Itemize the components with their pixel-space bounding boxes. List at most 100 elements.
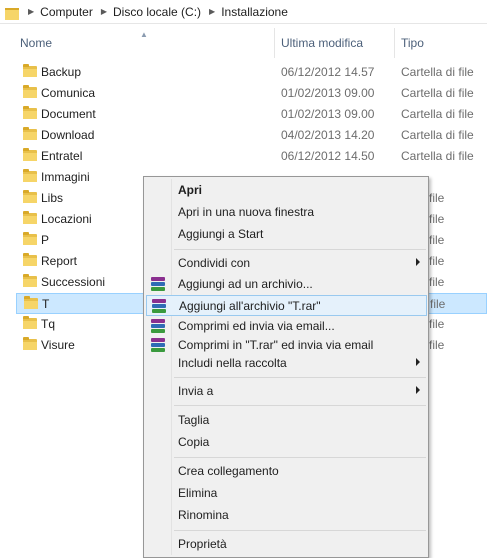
menu-item-open-new-window[interactable]: Apri in una nuova finestra [146, 202, 426, 223]
file-name: Download [41, 128, 95, 142]
menu-item-label: Condividi con [178, 256, 251, 270]
folder-icon [23, 232, 37, 245]
chevron-right-icon[interactable]: ▶ [28, 7, 34, 16]
winrar-icon [151, 319, 165, 333]
folder-icon [23, 106, 37, 119]
folder-icon [23, 274, 37, 287]
menu-item-label: Rinomina [178, 508, 229, 522]
menu-item-label: Invia a [178, 384, 214, 398]
menu-item-cut[interactable]: Taglia [146, 410, 426, 431]
file-type: Cartella di file [401, 86, 474, 100]
breadcrumb-computer[interactable]: Computer [40, 5, 93, 19]
menu-item-send-to[interactable]: Invia a [146, 381, 426, 402]
list-item[interactable]: Backup 06/12/2012 14.57 Cartella di file [16, 62, 487, 83]
list-item[interactable]: Download 04/02/2013 14.20 Cartella di fi… [16, 125, 487, 146]
menu-item-label: Taglia [178, 413, 210, 427]
menu-item-label: Aggiungi ad un archivio... [178, 277, 313, 291]
column-type[interactable]: Tipo [401, 36, 424, 50]
folder-icon [23, 190, 37, 203]
file-name: Tq [41, 317, 56, 331]
list-item[interactable]: Comunica 01/02/2013 09.00 Cartella di fi… [16, 83, 487, 104]
file-name: Backup [41, 65, 82, 79]
menu-item-label: Aggiungi all'archivio "T.rar" [179, 299, 321, 313]
folder-icon [23, 337, 37, 350]
file-name: Visure [41, 338, 75, 352]
sort-ascending-icon: ▲ [140, 30, 148, 39]
menu-item-compress-email[interactable]: Comprimi ed invia via email... [146, 316, 426, 337]
breadcrumb-installazione[interactable]: Installazione [221, 5, 288, 19]
menu-item-copy[interactable]: Copia [146, 432, 426, 453]
file-name: Document [41, 107, 96, 121]
breadcrumb-drive[interactable]: Disco locale (C:) [113, 5, 201, 19]
menu-item-label: Copia [178, 435, 210, 449]
submenu-arrow-icon [416, 386, 420, 394]
context-menu: Apri Apri in una nuova finestra Aggiungi… [143, 176, 429, 558]
menu-item-label: Aggiungi a Start [178, 227, 264, 241]
menu-item-properties[interactable]: Proprietà [146, 534, 426, 555]
menu-item-label: Comprimi in "T.rar" ed invia via email [178, 338, 374, 352]
menu-item-rename[interactable]: Rinomina [146, 505, 426, 526]
file-name: Locazioni [41, 212, 92, 226]
file-name: Libs [41, 191, 64, 205]
menu-item-label: Elimina [178, 486, 218, 500]
menu-separator [174, 530, 426, 531]
file-name: Entratel [41, 149, 83, 163]
folder-icon [23, 148, 37, 161]
list-item[interactable]: Document 01/02/2013 09.00 Cartella di fi… [16, 104, 487, 125]
submenu-arrow-icon [416, 358, 420, 366]
menu-item-add-to-t-rar[interactable]: Aggiungi all'archivio "T.rar" [146, 295, 427, 316]
chevron-right-icon[interactable]: ▶ [101, 7, 107, 16]
file-name: T [42, 297, 50, 311]
file-type: Cartella di file [401, 128, 474, 142]
folder-icon [24, 296, 38, 309]
file-name: Successioni [41, 275, 106, 289]
menu-item-label: Proprietà [178, 537, 227, 551]
folder-icon [23, 169, 37, 182]
column-divider[interactable] [394, 28, 395, 58]
file-date: 06/12/2012 14.50 [281, 149, 375, 163]
file-name: Immagini [41, 170, 90, 184]
menu-item-create-shortcut[interactable]: Crea collegamento [146, 461, 426, 482]
address-bar[interactable]: ▶ Computer ▶ Disco locale (C:) ▶ Install… [0, 0, 487, 24]
menu-item-add-to-start[interactable]: Aggiungi a Start [146, 224, 426, 245]
folder-icon [23, 127, 37, 140]
file-type: Cartella di file [401, 149, 474, 163]
winrar-icon [152, 299, 166, 313]
file-date: 01/02/2013 09.00 [281, 86, 375, 100]
menu-separator [174, 405, 426, 406]
menu-item-label: Comprimi ed invia via email... [178, 319, 335, 333]
winrar-icon [151, 338, 165, 352]
list-item[interactable]: Entratel 06/12/2012 14.50 Cartella di fi… [16, 146, 487, 167]
folder-icon [23, 211, 37, 224]
menu-item-delete[interactable]: Elimina [146, 483, 426, 504]
folder-icon [23, 253, 37, 266]
folder-icon [23, 316, 37, 329]
file-date: 06/12/2012 14.57 [281, 65, 375, 79]
folder-icon [23, 64, 37, 77]
menu-item-include-in-library[interactable]: Includi nella raccolta [146, 353, 426, 374]
column-header: ▲ Nome Ultima modifica Tipo [0, 28, 487, 58]
menu-item-label: Crea collegamento [178, 464, 279, 478]
file-date: 04/02/2013 14.20 [281, 128, 375, 142]
menu-item-share-with[interactable]: Condividi con [146, 253, 426, 274]
menu-item-label: Includi nella raccolta [178, 356, 287, 370]
file-type: Cartella di file [401, 107, 474, 121]
column-modified[interactable]: Ultima modifica [281, 36, 363, 50]
menu-item-add-to-archive[interactable]: Aggiungi ad un archivio... [146, 274, 426, 295]
column-divider[interactable] [274, 28, 275, 58]
file-date: 01/02/2013 09.00 [281, 107, 375, 121]
menu-separator [174, 377, 426, 378]
column-name[interactable]: Nome [20, 36, 52, 50]
menu-item-label: Apri in una nuova finestra [178, 205, 315, 219]
winrar-icon [151, 277, 165, 291]
chevron-right-icon[interactable]: ▶ [209, 7, 215, 16]
file-type: Cartella di file [401, 65, 474, 79]
file-name: Report [41, 254, 78, 268]
folder-icon [4, 5, 20, 20]
menu-item-open[interactable]: Apri [146, 180, 426, 201]
menu-item-label: Apri [178, 183, 202, 197]
menu-separator [174, 249, 426, 250]
folder-icon [23, 85, 37, 98]
menu-separator [174, 457, 426, 458]
file-name: Comunica [41, 86, 96, 100]
